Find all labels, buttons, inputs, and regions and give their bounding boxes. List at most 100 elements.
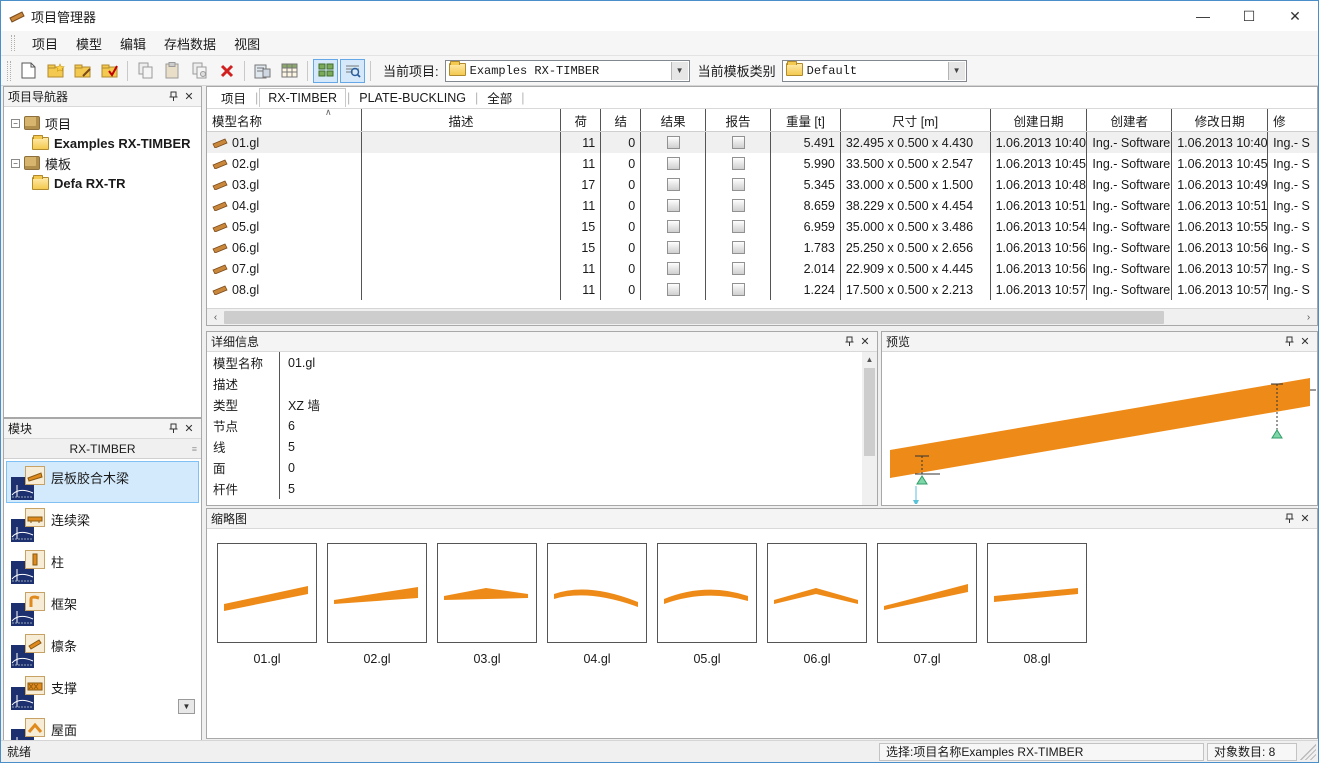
results-checkbox[interactable]	[667, 178, 680, 191]
close-panel-icon[interactable]: ✕	[181, 89, 197, 104]
resize-grip[interactable]	[1300, 744, 1316, 760]
col-header-description[interactable]: 描述	[362, 109, 562, 131]
report-checkbox[interactable]	[732, 262, 745, 275]
close-panel-icon[interactable]: ✕	[857, 334, 873, 349]
thumbnail-item[interactable]: 04.gl	[542, 543, 652, 666]
report-checkbox[interactable]	[732, 199, 745, 212]
table-row[interactable]: 04.gl 11 0 8.659 38.229 x 0.500 x 4.454 …	[207, 195, 1317, 216]
tree-node-projects[interactable]: − 项目	[8, 113, 197, 133]
col-header-results[interactable]: 结果	[641, 109, 706, 131]
scrollbar-thumb[interactable]	[864, 368, 875, 456]
module-item-frame[interactable]: 框架	[6, 587, 199, 629]
table-row[interactable]: 08.gl 11 0 1.224 17.500 x 0.500 x 2.213 …	[207, 279, 1317, 300]
module-item-bracing[interactable]: 支撑	[6, 671, 199, 713]
table-row[interactable]: 03.gl 17 0 5.345 33.000 x 0.500 x 1.500 …	[207, 174, 1317, 195]
menu-view[interactable]: 视图	[225, 31, 269, 56]
duplicate-button[interactable]	[187, 59, 212, 83]
results-checkbox[interactable]	[667, 199, 680, 212]
pin-icon[interactable]	[165, 421, 181, 436]
thumbnail-item[interactable]: 06.gl	[762, 543, 872, 666]
minimize-button[interactable]: —	[1180, 1, 1226, 31]
col-header-weight[interactable]: 重量 [t]	[771, 109, 841, 131]
vertical-scrollbar[interactable]: ▲	[862, 352, 877, 505]
results-checkbox[interactable]	[667, 262, 680, 275]
check-project-button[interactable]	[97, 59, 122, 83]
thumbnail-item[interactable]: 03.gl	[432, 543, 542, 666]
module-item-column[interactable]: 柱	[6, 545, 199, 587]
module-item-continuous-beam[interactable]: 连续梁	[6, 503, 199, 545]
module-item-purlin[interactable]: 檩条	[6, 629, 199, 671]
tab-projects[interactable]: 项目	[213, 86, 254, 109]
results-checkbox[interactable]	[667, 283, 680, 296]
report-checkbox[interactable]	[732, 283, 745, 296]
results-checkbox[interactable]	[667, 136, 680, 149]
edit-project-button[interactable]	[70, 59, 95, 83]
table-row[interactable]: 05.gl 15 0 6.959 35.000 x 0.500 x 3.486 …	[207, 216, 1317, 237]
report-checkbox[interactable]	[732, 178, 745, 191]
scroll-right-icon[interactable]: ›	[1300, 309, 1317, 325]
delete-button[interactable]	[214, 59, 239, 83]
tab-all[interactable]: 全部	[479, 86, 520, 109]
menu-archive-data[interactable]: 存档数据	[155, 31, 225, 56]
thumbnail-item[interactable]: 01.gl	[212, 543, 322, 666]
tab-rx-timber[interactable]: RX-TIMBER	[259, 88, 346, 107]
close-panel-icon[interactable]: ✕	[1297, 334, 1313, 349]
thumbnail-item[interactable]: 08.gl	[982, 543, 1092, 666]
thumbnail-item[interactable]: 02.gl	[322, 543, 432, 666]
preview-view-toggle[interactable]	[340, 59, 365, 83]
toolbar-gripper[interactable]	[7, 61, 11, 81]
current-project-combobox[interactable]: Examples RX-TIMBER ▼	[445, 60, 690, 82]
col-header-modifier[interactable]: 修	[1268, 109, 1317, 131]
col-header-created[interactable]: 创建日期	[991, 109, 1088, 131]
collapse-icon[interactable]: −	[11, 159, 20, 168]
menu-edit[interactable]: 编辑	[111, 31, 155, 56]
col-header-load-cases[interactable]: 荷	[561, 109, 601, 131]
report-checkbox[interactable]	[732, 157, 745, 170]
scroll-left-icon[interactable]: ‹	[207, 309, 224, 325]
menu-project[interactable]: 项目	[23, 31, 67, 56]
new-model-button[interactable]	[16, 59, 41, 83]
table-row[interactable]: 07.gl 11 0 2.014 22.909 x 0.500 x 4.445 …	[207, 258, 1317, 279]
maximize-button[interactable]: ☐	[1226, 1, 1272, 31]
pin-icon[interactable]	[1281, 511, 1297, 526]
module-group-header[interactable]: RX-TIMBER ≡	[4, 439, 201, 459]
report-checkbox[interactable]	[732, 220, 745, 233]
paste-button[interactable]	[160, 59, 185, 83]
module-item-glulam-beam[interactable]: 层板胶合木梁	[6, 461, 199, 503]
col-header-combinations[interactable]: 结	[601, 109, 641, 131]
dropdown-arrow-icon[interactable]: ▼	[948, 62, 965, 80]
template-category-combobox[interactable]: Default ▼	[782, 60, 967, 82]
scrollbar-thumb[interactable]	[224, 311, 1164, 324]
scroll-up-icon[interactable]: ▲	[862, 352, 877, 367]
col-header-size[interactable]: 尺寸 [m]	[841, 109, 991, 131]
table-row[interactable]: 02.gl 11 0 5.990 33.500 x 0.500 x 2.547 …	[207, 153, 1317, 174]
tree-node-templates[interactable]: − 模板	[8, 153, 197, 173]
close-panel-icon[interactable]: ✕	[181, 421, 197, 436]
horizontal-scrollbar[interactable]: ‹ ›	[207, 308, 1317, 325]
table-row[interactable]: 01.gl 11 0 5.491 32.495 x 0.500 x 4.430 …	[207, 132, 1317, 153]
menu-gripper[interactable]	[11, 35, 15, 51]
close-button[interactable]: ✕	[1272, 1, 1318, 31]
results-checkbox[interactable]	[667, 220, 680, 233]
results-checkbox[interactable]	[667, 241, 680, 254]
report-checkbox[interactable]	[732, 136, 745, 149]
pin-icon[interactable]	[1281, 334, 1297, 349]
collapse-icon[interactable]: −	[11, 119, 20, 128]
properties-button[interactable]	[277, 59, 302, 83]
thumbnail-item[interactable]: 07.gl	[872, 543, 982, 666]
preview-canvas[interactable]	[882, 352, 1317, 504]
module-scroll-down-button[interactable]: ▼	[178, 699, 195, 714]
new-project-button[interactable]	[43, 59, 68, 83]
grid-view-toggle[interactable]	[313, 59, 338, 83]
results-checkbox[interactable]	[667, 157, 680, 170]
tree-node-default-template[interactable]: Defa RX-TR	[8, 173, 197, 193]
report-checkbox[interactable]	[732, 241, 745, 254]
rename-button[interactable]	[250, 59, 275, 83]
table-row[interactable]: 06.gl 15 0 1.783 25.250 x 0.500 x 2.656 …	[207, 237, 1317, 258]
col-header-report[interactable]: 报告	[706, 109, 771, 131]
col-header-model-name[interactable]: 模型名称	[207, 109, 362, 131]
col-header-creator[interactable]: 创建者	[1087, 109, 1172, 131]
pin-icon[interactable]	[841, 334, 857, 349]
copy-button[interactable]	[133, 59, 158, 83]
menu-model[interactable]: 模型	[67, 31, 111, 56]
